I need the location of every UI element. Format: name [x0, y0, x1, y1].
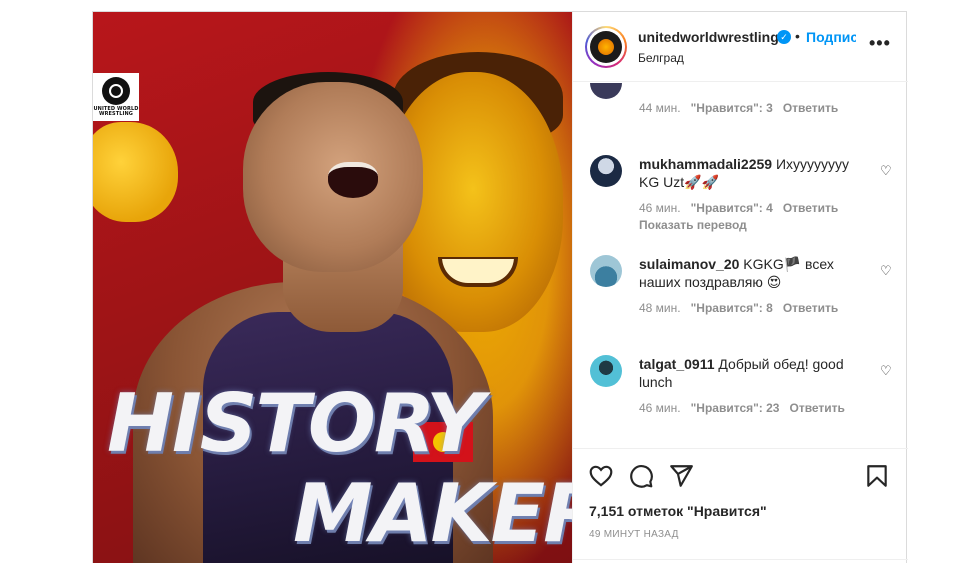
comment-like-count[interactable]: "Нравится": 8	[691, 301, 773, 315]
divider	[573, 559, 908, 560]
comments-list[interactable]: 44 мин. "Нравится": 3 Ответить mukhammadal…	[573, 83, 908, 448]
comment-avatar[interactable]	[590, 355, 622, 387]
comment-like-icon[interactable]: ♡	[880, 163, 892, 179]
comment-username[interactable]: mukhammadali2259	[639, 156, 772, 172]
comment-text: mukhammadali2259 Ихуууууууу KG Uzt🚀🚀	[639, 155, 869, 191]
follow-button[interactable]: Подписаться	[806, 29, 856, 45]
comment-time[interactable]: 46 мин.	[639, 201, 681, 215]
comment-meta: 46 мин. "Нравится": 4 Ответить	[639, 201, 838, 215]
comment-username[interactable]: talgat_0911	[639, 356, 715, 372]
comment-text: sulaimanov_20 KGKG🏴 всех наших поздравля…	[639, 255, 869, 291]
headline-history: HISTORY	[107, 377, 484, 470]
comment-reply-button[interactable]: Ответить	[783, 201, 838, 215]
profile-username[interactable]: unitedworldwrestling	[638, 29, 779, 45]
likes-count[interactable]: 7,151 отметок "Нравится"	[589, 503, 767, 519]
verified-badge-icon: ✓	[777, 30, 791, 44]
comment-meta: 44 мин. "Нравится": 3 Ответить	[639, 101, 838, 115]
post-actions: 7,151 отметок "Нравится" 49 МИНУТ НАЗАД	[573, 448, 908, 563]
comment-avatar[interactable]	[590, 155, 622, 187]
comment-meta: 48 мин. "Нравится": 8 Ответить	[639, 301, 838, 315]
post-sidebar: unitedworldwrestling ✓ • Подписаться Бел…	[572, 12, 908, 563]
logo-text-line2: WRESTLING	[98, 111, 133, 117]
comment-avatar[interactable]	[590, 83, 622, 99]
comment-like-icon[interactable]: ♡	[880, 363, 892, 379]
heart-icon[interactable]	[588, 463, 614, 489]
header-separator: •	[795, 28, 800, 44]
wrestler-mouth	[328, 162, 378, 198]
comment-text: talgat_0911 Добрый обед! good lunch	[639, 355, 869, 391]
bookmark-icon[interactable]	[864, 463, 890, 489]
uww-logo: UNITED WORLD WRESTLING	[93, 73, 139, 121]
profile-avatar[interactable]	[585, 26, 627, 68]
comment-time[interactable]: 46 мин.	[639, 401, 681, 415]
comment-like-count[interactable]: "Нравится": 23	[691, 401, 780, 415]
post-location[interactable]: Белград	[638, 51, 684, 65]
more-options-icon[interactable]: •••	[869, 34, 891, 52]
comment-reply-button[interactable]: Ответить	[783, 301, 838, 315]
post-image[interactable]: UNITED WORLD WRESTLING HISTORY MAKER	[93, 12, 572, 563]
comment-avatar[interactable]	[590, 255, 622, 287]
uww-logo-icon	[102, 77, 130, 105]
post-header: unitedworldwrestling ✓ • Подписаться Бел…	[573, 12, 908, 82]
show-translation-button[interactable]: Показать перевод	[639, 218, 747, 232]
send-icon[interactable]	[668, 463, 694, 489]
comment-like-count[interactable]: "Нравится": 3	[691, 101, 773, 115]
comment-meta: 46 мин. "Нравится": 23 Ответить	[639, 401, 845, 415]
post-timestamp[interactable]: 49 МИНУТ НАЗАД	[589, 529, 679, 540]
headline-maker: MAKER	[293, 467, 572, 560]
comment-like-count[interactable]: "Нравится": 4	[691, 201, 773, 215]
comment-reply-button[interactable]: Ответить	[783, 101, 838, 115]
uww-avatar-icon	[590, 31, 622, 63]
comment-time[interactable]: 48 мин.	[639, 301, 681, 315]
comment-like-icon[interactable]: ♡	[880, 263, 892, 279]
instagram-post: UNITED WORLD WRESTLING HISTORY MAKER uni…	[92, 11, 908, 563]
comment-icon[interactable]	[628, 463, 654, 489]
comment-username[interactable]: sulaimanov_20	[639, 256, 739, 272]
comment-reply-button[interactable]: Ответить	[789, 401, 844, 415]
comment-time[interactable]: 44 мин.	[639, 101, 681, 115]
raised-fist	[93, 122, 178, 222]
